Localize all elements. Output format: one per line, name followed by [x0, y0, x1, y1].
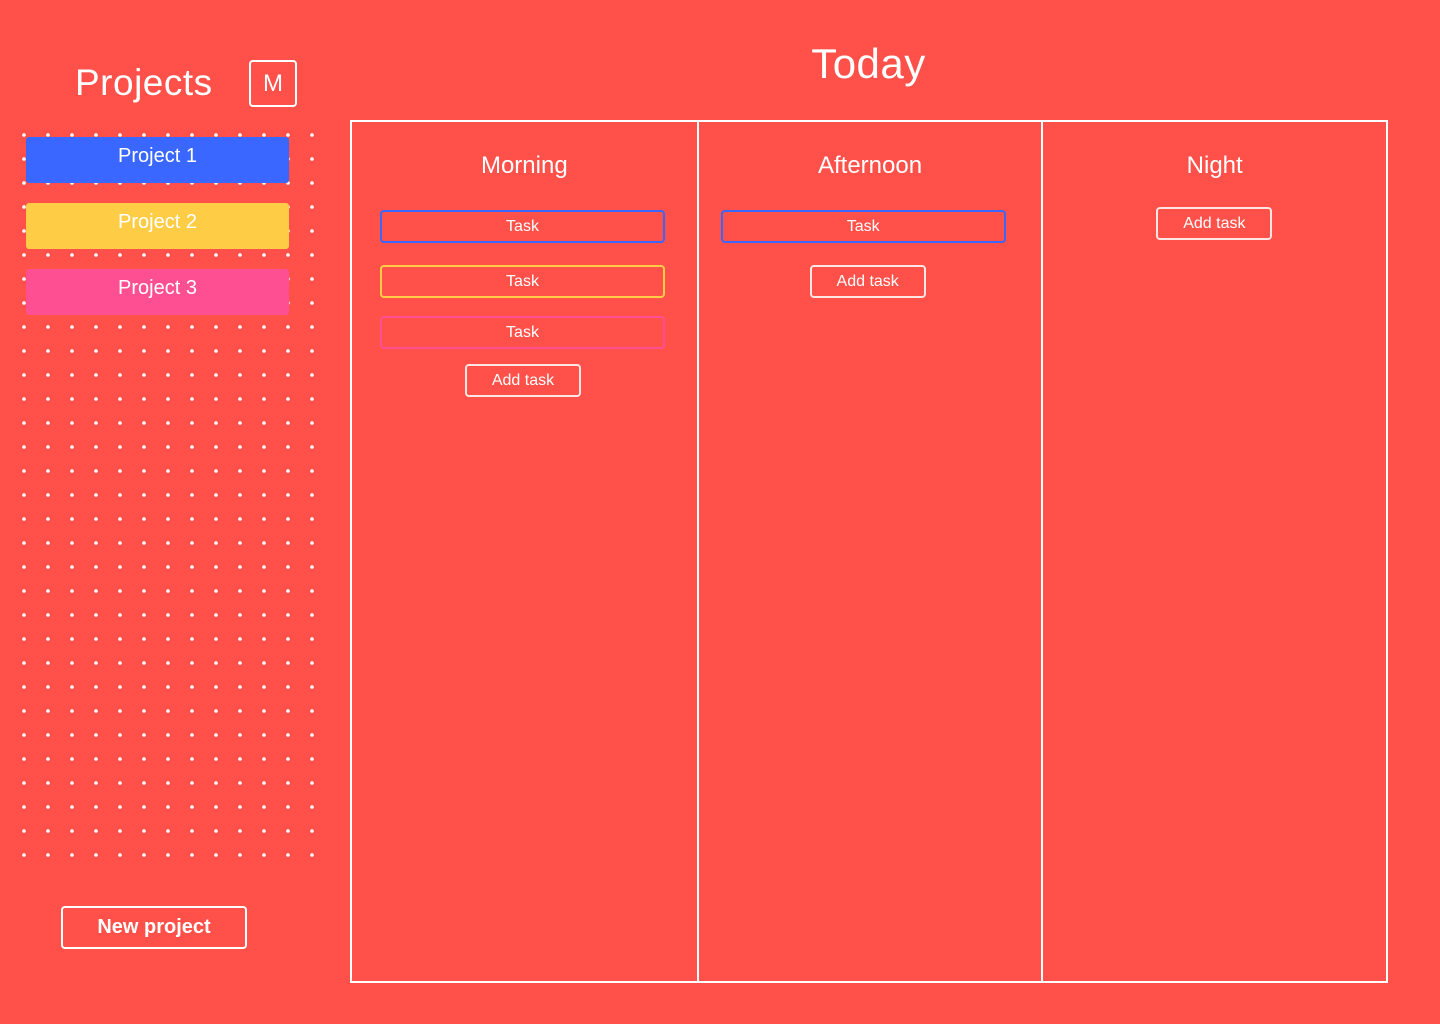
column-title: Night [1186, 152, 1243, 179]
column-night: Night Add task [1041, 122, 1386, 981]
menu-button[interactable]: M [249, 60, 297, 107]
task-label: Task [846, 217, 880, 235]
add-task-button[interactable]: Add task [1156, 207, 1273, 240]
task-card[interactable]: Task [380, 265, 665, 298]
page-title: Today [811, 40, 926, 87]
column-morning: Morning Task Task Task Add task [352, 122, 697, 981]
task-card[interactable]: Task [380, 316, 665, 349]
project-item-label: Project 1 [118, 144, 197, 167]
task-board: Morning Task Task Task Add task Afternoo… [350, 120, 1388, 983]
task-card[interactable]: Task [720, 210, 1006, 243]
project-item-label: Project 2 [118, 210, 197, 233]
task-label: Task [506, 217, 539, 235]
project-item-3[interactable]: Project 3 [26, 269, 289, 315]
task-label: Task [506, 323, 539, 341]
column-afternoon: Afternoon Task Add task [696, 122, 1042, 981]
sidebar-title: Projects [75, 62, 213, 103]
task-card[interactable]: Task [380, 210, 665, 243]
project-item-2[interactable]: Project 2 [26, 203, 289, 249]
add-task-button[interactable]: Add task [465, 364, 581, 397]
new-project-button[interactable]: New project [61, 906, 247, 949]
task-label: Task [506, 272, 539, 290]
project-item-1[interactable]: Project 1 [26, 137, 289, 183]
add-task-button[interactable]: Add task [809, 265, 926, 298]
column-title: Morning [480, 152, 568, 179]
column-title: Afternoon [817, 152, 923, 179]
project-item-label: Project 3 [118, 276, 197, 299]
